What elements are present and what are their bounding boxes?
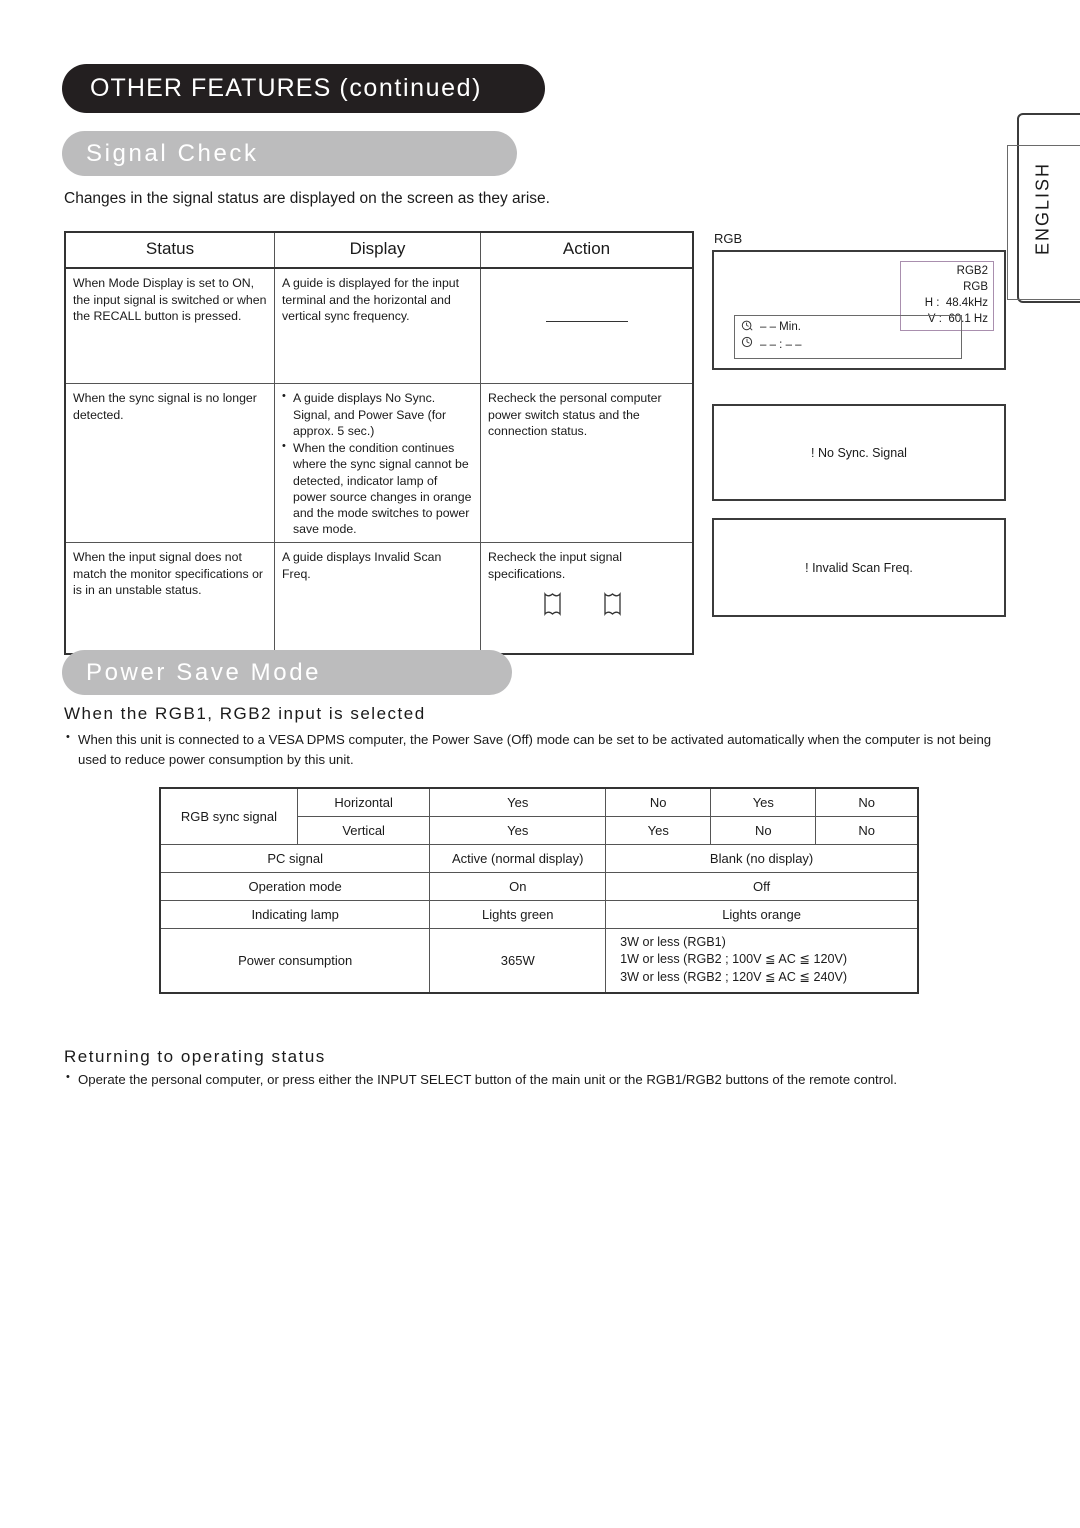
- signal-check-table: Status Display Action When Mode Display …: [64, 231, 694, 656]
- signal-check-intro: Changes in the signal status are display…: [64, 190, 550, 207]
- cell-vertical-4: No: [815, 815, 919, 845]
- cell-status: When the input signal does not match the…: [64, 542, 275, 655]
- chapter-banner-text: OTHER FEATURES (continued): [90, 74, 482, 103]
- cell-action-text: Recheck the input signal specifications.: [488, 550, 622, 581]
- power-consumption-line-1: 3W or less (RGB1): [620, 934, 726, 949]
- cell-operation-mode-label: Operation mode: [159, 871, 431, 901]
- osd-timer-clock-row: – – : – –: [741, 336, 955, 354]
- table-row: Power consumption 365W 3W or less (RGB1)…: [159, 927, 919, 994]
- table-row: PC signal Active (normal display) Blank …: [159, 843, 919, 873]
- cell-operation-mode-off: Off: [605, 871, 919, 901]
- power-consumption-line-3: 3W or less (RGB2 ; 120V ≦ AC ≦ 240V): [620, 970, 848, 985]
- osd-screen-no-sync: ! No Sync. Signal: [712, 404, 1006, 501]
- osd-no-sync-message: ! No Sync. Signal: [811, 445, 907, 460]
- cell-vertical-label: Vertical: [296, 815, 431, 845]
- cell-power-consumption-off: 3W or less (RGB1) 1W or less (RGB2 ; 100…: [605, 927, 919, 994]
- chapter-banner: OTHER FEATURES (continued): [62, 64, 545, 113]
- subheading-rgb-input: When the RGB1, RGB2 input is selected: [64, 704, 426, 723]
- cell-horizontal-3: Yes: [710, 787, 817, 817]
- returning-bullet-paragraph: Operate the personal computer, or press …: [66, 1069, 1014, 1090]
- chapter-banner-title: OTHER FEATURES: [90, 74, 332, 102]
- table-header-row: Status Display Action: [64, 231, 694, 270]
- display-bullet-list: A guide displays No Sync. Signal, and Po…: [282, 389, 473, 537]
- cell-action: Recheck the input signal specifications.: [480, 542, 694, 655]
- power-consumption-line-2: 1W or less (RGB2 ; 100V ≦ AC ≦ 120V): [620, 952, 848, 967]
- cell-indicating-lamp-label: Indicating lamp: [159, 899, 431, 929]
- cell-display: A guide displays No Sync. Signal, and Po…: [274, 383, 481, 544]
- cell-action: [480, 267, 694, 385]
- bullet-text: When this unit is connected to a VESA DP…: [66, 729, 1014, 770]
- chapter-banner-suffix: (continued): [339, 74, 483, 102]
- power-save-bullet-paragraph: When this unit is connected to a VESA DP…: [66, 729, 1014, 770]
- osd-signal-type: RGB: [963, 280, 988, 293]
- book-reference-icons: [488, 591, 685, 622]
- cell-pc-signal-label: PC signal: [159, 843, 431, 873]
- bullet-text: Operate the personal computer, or press …: [66, 1069, 1014, 1090]
- cell-indicating-lamp-off: Lights orange: [605, 899, 919, 929]
- cell-vertical-1: Yes: [429, 815, 607, 845]
- column-header-display: Display: [274, 231, 481, 270]
- osd-invalid-scan-message: ! Invalid Scan Freq.: [805, 560, 913, 575]
- table-row: When the sync signal is no longer detect…: [64, 383, 694, 544]
- cell-display: A guide is displayed for the input termi…: [274, 267, 481, 385]
- cell-rgb-sync-signal: RGB sync signal: [159, 787, 298, 845]
- osd-timer-clock-value: – – : – –: [760, 338, 802, 351]
- cell-status: When the sync signal is no longer detect…: [64, 383, 275, 544]
- open-book-icon: [604, 591, 638, 622]
- table-row: When Mode Display is set to ON, the inpu…: [64, 267, 694, 385]
- cell-power-consumption-on: 365W: [429, 927, 607, 994]
- cell-horizontal-label: Horizontal: [296, 787, 431, 817]
- cell-indicating-lamp-on: Lights green: [429, 899, 607, 929]
- language-tab-label: ENGLISH: [1032, 161, 1053, 255]
- section-heading-power-save-mode-label: Power Save Mode: [86, 658, 322, 686]
- section-heading-signal-check: Signal Check: [62, 131, 517, 176]
- cell-horizontal-4: No: [815, 787, 919, 817]
- section-heading-power-save-mode: Power Save Mode: [62, 650, 512, 695]
- list-item: When the condition continues where the s…: [282, 439, 473, 537]
- cell-pc-signal-on: Active (normal display): [429, 843, 607, 873]
- osd-h-freq: H : 48.4kHz: [908, 296, 988, 312]
- cell-operation-mode-on: On: [429, 871, 607, 901]
- osd-screen-invalid-scan: ! Invalid Scan Freq.: [712, 518, 1006, 617]
- cell-vertical-3: No: [710, 815, 817, 845]
- cell-display: A guide displays Invalid Scan Freq.: [274, 542, 481, 655]
- clock-icon: [741, 336, 753, 354]
- column-header-action: Action: [480, 231, 694, 270]
- table-row: Operation mode On Off: [159, 871, 919, 901]
- table-row: When the input signal does not match the…: [64, 542, 694, 655]
- osd-input-terminal: RGB2: [956, 265, 988, 277]
- placeholder-dash-icon: [545, 321, 628, 323]
- cell-power-consumption-label: Power consumption: [159, 927, 431, 994]
- table-row: RGB sync signal Horizontal Yes No Yes No: [159, 787, 919, 845]
- cell-action: Recheck the personal computer power swit…: [480, 383, 694, 544]
- cell-horizontal-1: Yes: [429, 787, 607, 817]
- osd-h-value: 48.4kHz: [945, 296, 988, 309]
- list-item: A guide displays No Sync. Signal, and Po…: [282, 389, 473, 439]
- osd-timer-box: – – Min. – – : – –: [734, 314, 962, 359]
- osd-timer-elapsed-value: – – Min.: [760, 321, 801, 334]
- cell-horizontal-2: No: [605, 787, 712, 817]
- osd-h-label: H :: [924, 296, 940, 309]
- cell-status: When Mode Display is set to ON, the inpu…: [64, 267, 275, 385]
- power-save-table: RGB sync signal Horizontal Yes No Yes No…: [159, 787, 919, 995]
- cell-pc-signal-off: Blank (no display): [605, 843, 919, 873]
- cell-vertical-2: Yes: [605, 815, 712, 845]
- table-row: Indicating lamp Lights green Lights oran…: [159, 899, 919, 929]
- osd-timer-elapsed-row: – – Min.: [741, 319, 955, 337]
- column-header-status: Status: [64, 231, 275, 270]
- open-book-icon: [544, 591, 578, 622]
- osd-screen-mode-display: RGB2 RGB H : 48.4kHz V : 60.1 Hz – – Min…: [712, 250, 1006, 370]
- stopwatch-icon: [741, 319, 753, 337]
- subheading-returning-status: Returning to operating status: [64, 1047, 326, 1066]
- section-heading-signal-check-label: Signal Check: [86, 139, 259, 167]
- osd-rgb-label: RGB: [714, 231, 743, 246]
